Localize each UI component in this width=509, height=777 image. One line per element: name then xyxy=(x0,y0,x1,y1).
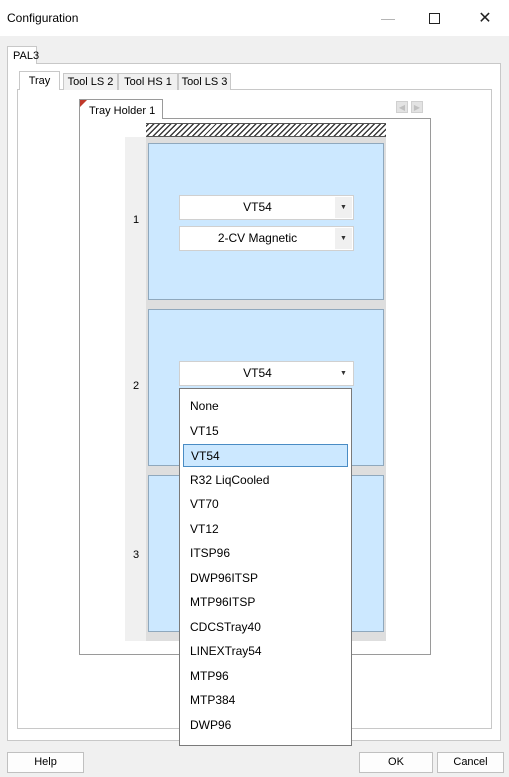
dropdown-option[interactable]: MTP96 xyxy=(183,665,348,688)
tab-tool-ls-3[interactable]: Tool LS 3 xyxy=(178,73,231,90)
cancel-button[interactable]: Cancel xyxy=(437,752,504,773)
dropdown-option[interactable]: VT70 xyxy=(183,493,348,516)
slot-number: 3 xyxy=(132,549,140,561)
tab-marker-icon xyxy=(80,100,87,107)
dropdown-option[interactable]: VT15 xyxy=(183,420,348,443)
chevron-down-icon[interactable]: ▼ xyxy=(335,197,352,218)
scroll-right-button[interactable]: ▶ xyxy=(411,101,423,113)
tab-tool-ls-2[interactable]: Tool LS 2 xyxy=(63,73,118,90)
dropdown-option[interactable]: MTP384 xyxy=(183,689,348,712)
dropdown-option[interactable]: MTP96ITSP xyxy=(183,591,348,614)
tab-tray-holder-1[interactable]: Tray Holder 1 xyxy=(79,99,163,119)
scroll-left-button[interactable]: ◀ xyxy=(396,101,408,113)
dropdown-option[interactable]: DWP96 xyxy=(183,714,348,737)
chevron-right-icon: ▶ xyxy=(413,102,421,112)
dropdown-option[interactable]: R32 LiqCooled xyxy=(183,469,348,492)
tray-slot-1[interactable] xyxy=(148,143,384,300)
tray-type-dropdown-list[interactable]: None VT15 VT54 R32 LiqCooled VT70 VT12 ITSP96 D… xyxy=(179,388,352,746)
dropdown-option[interactable]: DWP96ITSP xyxy=(183,567,348,590)
tray-hatch-header xyxy=(146,123,386,137)
tab-tool-hs-1[interactable]: Tool HS 1 xyxy=(118,73,178,90)
dropdown-option[interactable]: VT12 xyxy=(183,518,348,541)
select-value: VT54 xyxy=(243,200,272,214)
close-icon: ✕ xyxy=(478,10,492,27)
tray-type-select-2[interactable]: VT54 ▼ xyxy=(179,361,354,386)
tray-type-select-1[interactable]: VT54 ▼ xyxy=(179,195,354,220)
maximize-icon xyxy=(428,12,440,24)
tab-pal3[interactable]: PAL3 xyxy=(7,46,39,64)
dropdown-option[interactable]: CDCSTray40 xyxy=(183,616,348,639)
close-button[interactable]: ✕ xyxy=(462,0,508,36)
minimize-icon: — xyxy=(381,10,395,26)
select-value: 2-CV Magnetic xyxy=(217,231,298,245)
help-button[interactable]: Help xyxy=(7,752,84,773)
chevron-left-icon: ◀ xyxy=(398,102,406,112)
ok-button[interactable]: OK xyxy=(359,752,433,773)
chevron-down-icon[interactable]: ▼ xyxy=(335,228,352,249)
minimize-button[interactable]: — xyxy=(365,0,411,36)
tray-config-select-1[interactable]: 2-CV Magnetic ▼ xyxy=(179,226,354,251)
maximize-button[interactable] xyxy=(411,0,457,36)
slot-number: 1 xyxy=(132,214,140,226)
chevron-down-icon[interactable]: ▼ xyxy=(335,363,352,384)
select-value: VT54 xyxy=(243,366,272,380)
dropdown-option[interactable]: VT54 xyxy=(183,444,348,467)
dropdown-option[interactable]: ITSP96 xyxy=(183,542,348,565)
tab-tray[interactable]: Tray xyxy=(19,71,60,90)
dropdown-option[interactable]: None xyxy=(183,395,348,418)
window-title: Configuration xyxy=(7,11,79,25)
dropdown-option[interactable]: LINEXTray54 xyxy=(183,640,348,663)
slot-number: 2 xyxy=(132,380,140,392)
